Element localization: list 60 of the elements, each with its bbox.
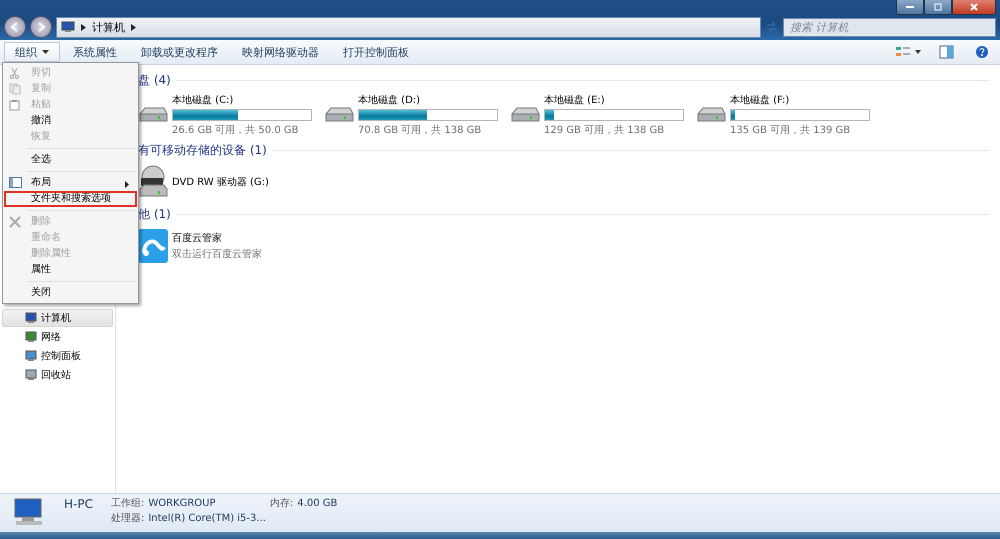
chevron-icon: [81, 24, 86, 30]
computer-name: H-PC: [64, 497, 93, 511]
menu-item[interactable]: 全选: [4, 152, 137, 168]
drive-name[interactable]: 本地磁盘 (C:): [172, 93, 312, 107]
delete-icon: [9, 216, 21, 228]
search-field[interactable]: 搜索 计算机: [783, 18, 996, 36]
toolbar-button[interactable]: 组织: [4, 42, 60, 62]
menu-item[interactable]: 撤消: [4, 113, 137, 129]
minimize-icon: [906, 6, 914, 8]
detail-label: 内存:: [270, 497, 294, 510]
toolbar-button[interactable]: 打开控制面板: [332, 42, 420, 62]
detail-value: Intel(R) Core(TM) i5-3...: [148, 512, 266, 525]
close-button[interactable]: [952, 0, 996, 15]
drive-space: 129 GB 可用，共 138 GB: [544, 124, 666, 137]
breadcrumb[interactable]: 计算机: [92, 20, 125, 34]
group-heading: 他 (1): [138, 206, 171, 222]
detail-value: WORKGROUP: [148, 497, 217, 510]
layout-icon: [9, 177, 22, 188]
restore-button[interactable]: [924, 0, 952, 15]
menu-item[interactable]: 关闭: [4, 285, 137, 301]
copy-icon: [9, 83, 21, 95]
drive-space: 26.6 GB 可用，共 50.0 GB: [172, 124, 300, 137]
group-heading: 盘 (4): [138, 72, 171, 88]
menu-item[interactable]: 布局: [4, 175, 137, 191]
drive-name[interactable]: 本地磁盘 (F:): [730, 93, 870, 107]
caret-icon: [42, 50, 49, 54]
toolbar-button[interactable]: 映射网络驱动器: [231, 42, 330, 62]
chevron-icon: [131, 24, 136, 30]
sidebar-item[interactable]: 计算机: [2, 309, 113, 327]
group-heading: 有可移动存储的设备 (1): [138, 142, 267, 158]
sidebar-item[interactable]: 网络: [2, 328, 113, 346]
drive-space: 70.8 GB 可用，共 138 GB: [358, 124, 482, 137]
restore-icon: [934, 3, 942, 11]
sidebar-item[interactable]: 回收站: [2, 366, 113, 384]
scissors-icon: [9, 67, 20, 79]
detail-label: 工作组:: [110, 497, 144, 510]
computer-icon: [61, 21, 75, 33]
toolbar-button[interactable]: 系统属性: [62, 42, 128, 62]
sidebar-item[interactable]: 控制面板: [2, 347, 113, 365]
detail-value: 4.00 GB: [297, 497, 338, 510]
drive-name[interactable]: 本地磁盘 (D:): [358, 93, 498, 107]
menu-item[interactable]: 文件夹和搜索选项: [4, 191, 137, 207]
detail-label: 处理器:: [110, 512, 144, 525]
app-name[interactable]: 百度云管家: [172, 231, 262, 245]
clipboard-icon: [9, 99, 20, 111]
menu-item[interactable]: 属性: [4, 262, 137, 278]
close-icon: [970, 3, 978, 11]
dvd-drive-icon: [138, 165, 168, 199]
drive-space: 135 GB 可用，共 139 GB: [730, 124, 852, 137]
forward-button[interactable]: [30, 16, 52, 38]
computer-icon: [25, 312, 37, 324]
back-button[interactable]: [4, 16, 26, 38]
app-description: 双击运行百度云管家: [172, 248, 262, 261]
address-bar[interactable]: 计算机: [56, 16, 761, 38]
toolbar-button[interactable]: 卸载或更改程序: [130, 42, 229, 62]
submenu-arrow-icon: [125, 181, 129, 188]
drive-name[interactable]: DVD RW 驱动器 (G:): [172, 175, 269, 189]
view-options-icon[interactable]: [896, 46, 922, 58]
minimize-button[interactable]: [896, 0, 924, 15]
drive-name[interactable]: 本地磁盘 (E:): [544, 93, 684, 107]
